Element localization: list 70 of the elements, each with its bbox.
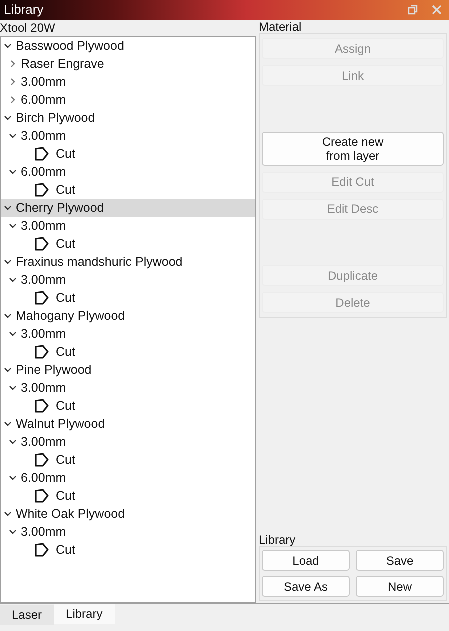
chevron-down-icon[interactable] (9, 222, 17, 230)
window-title: Library (4, 1, 45, 20)
chevron-down-icon[interactable] (4, 42, 12, 50)
tree-item[interactable]: 3.00mm (1, 433, 255, 451)
tree-item[interactable]: Cut (1, 451, 255, 469)
device-label: Xtool 20W (0, 21, 56, 36)
tree-item[interactable]: Cut (1, 145, 255, 163)
chevron-down-icon[interactable] (9, 132, 17, 140)
tab[interactable]: Laser (0, 605, 54, 625)
chevron-right-icon[interactable] (9, 78, 17, 86)
chevron-down-icon[interactable] (9, 276, 17, 284)
tree-item[interactable]: Cut (1, 181, 255, 199)
chevron-down-icon[interactable] (4, 510, 12, 518)
restore-icon[interactable] (408, 5, 418, 15)
tree-item[interactable]: Cut (1, 397, 255, 415)
tree-item[interactable]: Pine Plywood (1, 361, 255, 379)
tree-item[interactable]: 3.00mm (1, 325, 255, 343)
action-button[interactable]: Load (262, 550, 350, 571)
chevron-down-icon[interactable] (9, 528, 17, 536)
tree-item[interactable]: Fraxinus mandshuric Plywood (1, 253, 255, 271)
tree-item[interactable]: 3.00mm (1, 523, 255, 541)
chevron-down-icon[interactable] (4, 366, 12, 374)
tree-item[interactable]: Cut (1, 289, 255, 307)
tree-item[interactable]: Raser Engrave (1, 55, 255, 73)
chevron-down-icon[interactable] (9, 438, 17, 446)
tree-item[interactable]: White Oak Plywood (1, 505, 255, 523)
chevron-down-icon[interactable] (9, 168, 17, 176)
tree-item[interactable]: Cut (1, 541, 255, 559)
chevron-down-icon[interactable] (4, 204, 12, 212)
tree-item[interactable]: Basswood Plywood (1, 37, 255, 55)
chevron-down-icon[interactable] (9, 330, 17, 338)
chevron-down-icon[interactable] (4, 258, 12, 266)
tree-item[interactable]: Birch Plywood (1, 109, 255, 127)
pentagon-icon (34, 290, 50, 306)
pentagon-icon (34, 488, 50, 504)
chevron-down-icon[interactable] (9, 384, 17, 392)
pentagon-icon (34, 452, 50, 468)
chevron-down-icon[interactable] (4, 114, 12, 122)
pentagon-icon (34, 146, 50, 162)
tree-item[interactable]: Cut (1, 235, 255, 253)
pentagon-icon (34, 398, 50, 414)
tree-item[interactable]: Cherry Plywood (1, 199, 255, 217)
pentagon-icon (34, 542, 50, 558)
pentagon-icon (34, 182, 50, 198)
tree-item[interactable]: 3.00mm (1, 217, 255, 235)
tree-item[interactable]: 3.00mm (1, 271, 255, 289)
chevron-down-icon[interactable] (9, 474, 17, 482)
tree-item[interactable]: 3.00mm (1, 73, 255, 91)
tree-item[interactable]: 3.00mm (1, 379, 255, 397)
chevron-right-icon[interactable] (9, 60, 17, 68)
tree-item[interactable]: Mahogany Plywood (1, 307, 255, 325)
group-title: Library (259, 534, 297, 546)
tree-item[interactable]: 6.00mm (1, 91, 255, 109)
tree-item[interactable]: Cut (1, 343, 255, 361)
chevron-down-icon[interactable] (4, 312, 12, 320)
pentagon-icon (34, 236, 50, 252)
chevron-down-icon[interactable] (4, 420, 12, 428)
tab[interactable]: Library (54, 604, 115, 624)
action-button[interactable]: Save (356, 550, 444, 571)
tree-item[interactable]: 6.00mm (1, 469, 255, 487)
tree-item[interactable]: 6.00mm (1, 163, 255, 181)
tree-item[interactable]: Walnut Plywood (1, 415, 255, 433)
chevron-right-icon[interactable] (9, 96, 17, 104)
group-title: Material (259, 21, 303, 33)
tree-item[interactable]: Cut (1, 487, 255, 505)
pentagon-icon (34, 344, 50, 360)
action-button[interactable]: New (356, 576, 444, 597)
action-button[interactable]: Create new from layer (262, 132, 444, 166)
tree-item[interactable]: 3.00mm (1, 127, 255, 145)
action-button[interactable]: Save As (262, 576, 350, 597)
